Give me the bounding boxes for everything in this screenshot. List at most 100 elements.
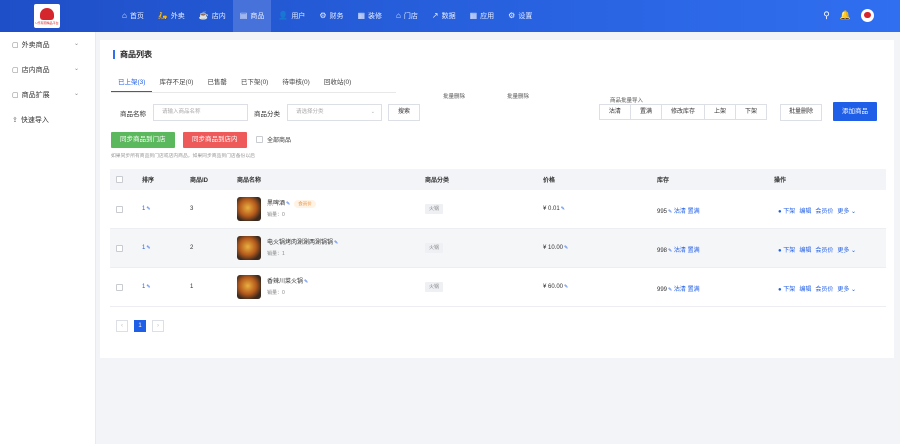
checkbox[interactable] xyxy=(256,136,263,143)
member-price-link[interactable]: 会员价 xyxy=(815,206,833,215)
batch-delete-link[interactable]: 批量删除 xyxy=(443,92,465,100)
edit-link[interactable]: 编辑 xyxy=(799,245,811,254)
tab-recycle-bin[interactable]: 回收站(0) xyxy=(317,78,358,92)
batch-import-link[interactable]: 商品批量导入 xyxy=(610,96,643,104)
next-page-button[interactable]: › xyxy=(152,320,164,332)
nav-dinein[interactable]: ☕ 店内 xyxy=(192,0,233,32)
nav-label: 首页 xyxy=(129,13,144,20)
sort-value[interactable]: 1✎ xyxy=(142,284,151,290)
batch-up-button[interactable]: 上架 xyxy=(703,104,736,120)
tab-on-shelf[interactable]: 已上架(3) xyxy=(111,78,153,92)
add-product-button[interactable]: 添加商品 xyxy=(833,102,877,121)
tab-off-shelf[interactable]: 已下架(0) xyxy=(234,78,275,92)
nav-label: 店内 xyxy=(211,13,226,20)
page-button-current[interactable]: 1 xyxy=(134,320,146,332)
edit-icon[interactable]: ✎ xyxy=(146,245,150,251)
edit-icon[interactable]: ✎ xyxy=(564,284,568,290)
down-link[interactable]: ● 下架 xyxy=(778,206,795,215)
more-link[interactable]: 更多 ⌄ xyxy=(837,245,856,254)
main-nav: ⌂ 首页 🛵 外卖 ☕ 店内 ▤ 商品 👤 用户 ⚙ 财务 ▦ 装修 ⌂ 门店 ↗ 数据 ▦ 应用 … xyxy=(115,0,539,32)
restock-link[interactable]: 置满 xyxy=(688,209,700,215)
member-price-link[interactable]: 会员价 xyxy=(815,245,833,254)
name-filter-label: 商品名称 xyxy=(120,111,146,118)
more-label: 更多 xyxy=(837,209,850,215)
category-filter-label: 商品分类 xyxy=(254,111,280,118)
product-thumbnail[interactable] xyxy=(237,275,261,299)
product-name-text[interactable]: 电火锅烤肉涮涮两涮锅锅 xyxy=(267,240,333,246)
edit-icon[interactable]: ✎ xyxy=(564,245,568,251)
product-name-text[interactable]: 黑啤酒 xyxy=(267,201,285,207)
nav-finance[interactable]: ⚙ 财务 xyxy=(312,0,350,32)
sync-to-dinein-button[interactable]: 同步商品到店内 xyxy=(183,132,247,148)
edit-icon[interactable]: ✎ xyxy=(146,206,150,212)
batch-delete-button[interactable]: 批量删除 xyxy=(779,104,822,121)
nav-products[interactable]: ▤ 商品 xyxy=(232,0,272,32)
nav-stores[interactable]: ⌂ 门店 xyxy=(389,0,425,32)
row-checkbox[interactable] xyxy=(116,284,123,291)
sidebar-item-dinein-products[interactable]: ▢ 店内商品 ⌄ xyxy=(0,57,95,82)
nav-data[interactable]: ↗ 数据 xyxy=(425,0,463,32)
restock-link[interactable]: 置满 xyxy=(688,248,700,254)
edit-icon[interactable]: ✎ xyxy=(668,287,672,293)
batch-edit-stock-button[interactable]: 修改库存 xyxy=(660,104,705,120)
tab-sold-out[interactable]: 已售罄 xyxy=(200,78,234,92)
edit-link[interactable]: 编辑 xyxy=(799,284,811,293)
nav-settings[interactable]: ⚙ 设置 xyxy=(501,0,539,32)
edit-icon[interactable]: ✎ xyxy=(304,279,308,285)
brand-logo[interactable]: U乐有圈精品平台 xyxy=(34,4,60,28)
bell-icon[interactable]: 🔔 xyxy=(840,10,851,21)
nav-label: 应用 xyxy=(480,13,495,20)
all-products-checkbox[interactable]: 全部商品 xyxy=(256,135,291,144)
edit-icon[interactable]: ✎ xyxy=(668,248,672,254)
edit-icon[interactable]: ✎ xyxy=(286,201,290,207)
sidebar-item-quick-import[interactable]: ⇪ 快速导入 xyxy=(0,107,95,132)
edit-icon[interactable]: ✎ xyxy=(668,209,672,215)
clear-link[interactable]: 沽清 xyxy=(674,287,686,293)
batch-restock-button[interactable]: 置满 xyxy=(629,104,662,120)
clear-link[interactable]: 沽清 xyxy=(674,248,686,254)
batch-delete-link[interactable]: 批量删除 xyxy=(507,92,529,100)
search-icon[interactable]: ⚲ xyxy=(823,10,830,21)
nav-decorate[interactable]: ▦ 装修 xyxy=(350,0,389,32)
clear-link[interactable]: 沽清 xyxy=(674,209,686,215)
row-checkbox[interactable] xyxy=(116,206,123,213)
edit-icon[interactable]: ✎ xyxy=(334,240,338,246)
restock-link[interactable]: 置满 xyxy=(688,287,700,293)
prev-page-button[interactable]: ‹ xyxy=(116,320,128,332)
row-checkbox[interactable] xyxy=(116,245,123,252)
nav-home[interactable]: ⌂ 首页 xyxy=(115,0,151,32)
down-link[interactable]: ● 下架 xyxy=(778,284,795,293)
nav-apps[interactable]: ▦ 应用 xyxy=(463,0,502,32)
price-text: ¥ 60.00 xyxy=(543,284,564,290)
sidebar-item-label: 店内商品 xyxy=(21,66,50,74)
avatar[interactable] xyxy=(861,9,874,22)
sidebar-item-takeout-products[interactable]: ▢ 外卖商品 ⌄ xyxy=(0,32,95,57)
tab-pending-review[interactable]: 待审核(0) xyxy=(275,78,316,92)
edit-link[interactable]: 编辑 xyxy=(799,206,811,215)
name-filter-input[interactable]: 请输入商品名称 xyxy=(153,104,248,121)
search-button[interactable]: 搜索 xyxy=(388,104,420,121)
select-all-checkbox[interactable] xyxy=(116,176,123,183)
nav-takeout[interactable]: 🛵 外卖 xyxy=(151,0,192,32)
category-filter-select[interactable]: 请选择分类 ⌄ xyxy=(287,104,382,121)
col-ops: 操作 xyxy=(774,178,787,184)
sync-to-store-button[interactable]: 同步商品到门店 xyxy=(111,132,175,148)
edit-icon[interactable]: ✎ xyxy=(561,206,565,212)
batch-clear-button[interactable]: 沽清 xyxy=(598,104,631,120)
nav-label: 装修 xyxy=(368,13,383,20)
home-icon: ⌂ xyxy=(122,11,127,20)
sort-value[interactable]: 1✎ xyxy=(142,206,151,212)
product-thumbnail[interactable] xyxy=(237,197,261,221)
sort-value[interactable]: 1✎ xyxy=(142,245,151,251)
more-link[interactable]: 更多 ⌄ xyxy=(837,284,856,293)
product-thumbnail[interactable] xyxy=(237,236,261,260)
product-name-text[interactable]: 香辣川菜火锅 xyxy=(267,279,303,285)
nav-users[interactable]: 👤 用户 xyxy=(271,0,312,32)
batch-down-button[interactable]: 下架 xyxy=(734,104,767,120)
down-link[interactable]: ● 下架 xyxy=(778,245,795,254)
tab-low-stock[interactable]: 库存不足(0) xyxy=(152,78,200,92)
sidebar-item-product-extension[interactable]: ▢ 商品扩展 ⌄ xyxy=(0,82,95,107)
member-price-link[interactable]: 会员价 xyxy=(815,284,833,293)
edit-icon[interactable]: ✎ xyxy=(146,284,150,290)
more-link[interactable]: 更多 ⌄ xyxy=(837,206,856,215)
